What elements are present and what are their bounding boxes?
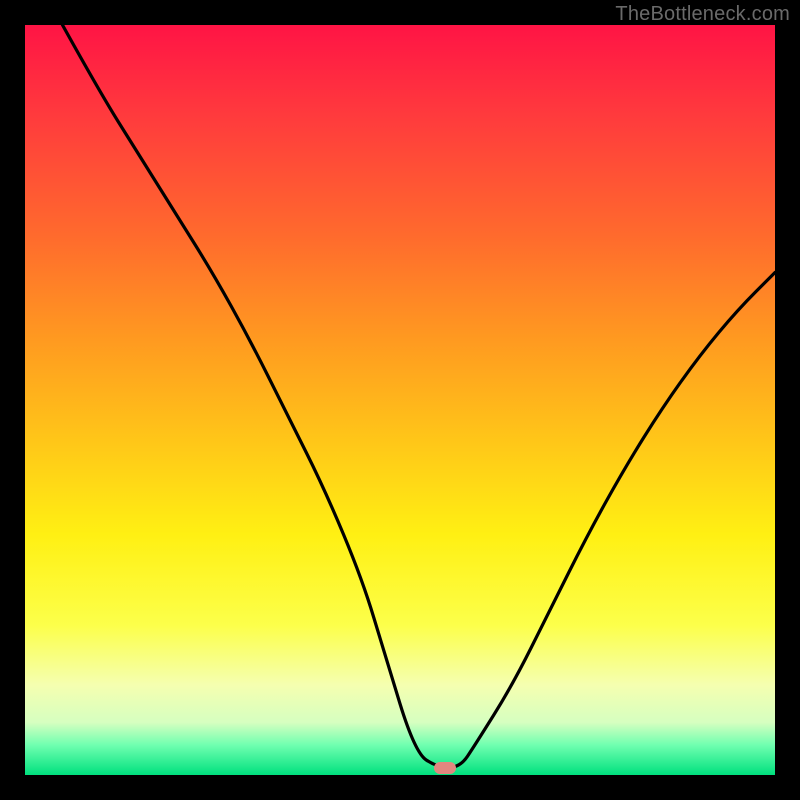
bottleneck-curve	[25, 25, 775, 775]
optimal-marker	[434, 762, 456, 774]
plot-area	[25, 25, 775, 775]
attribution-text: TheBottleneck.com	[615, 3, 790, 26]
chart-frame: TheBottleneck.com	[0, 0, 800, 800]
